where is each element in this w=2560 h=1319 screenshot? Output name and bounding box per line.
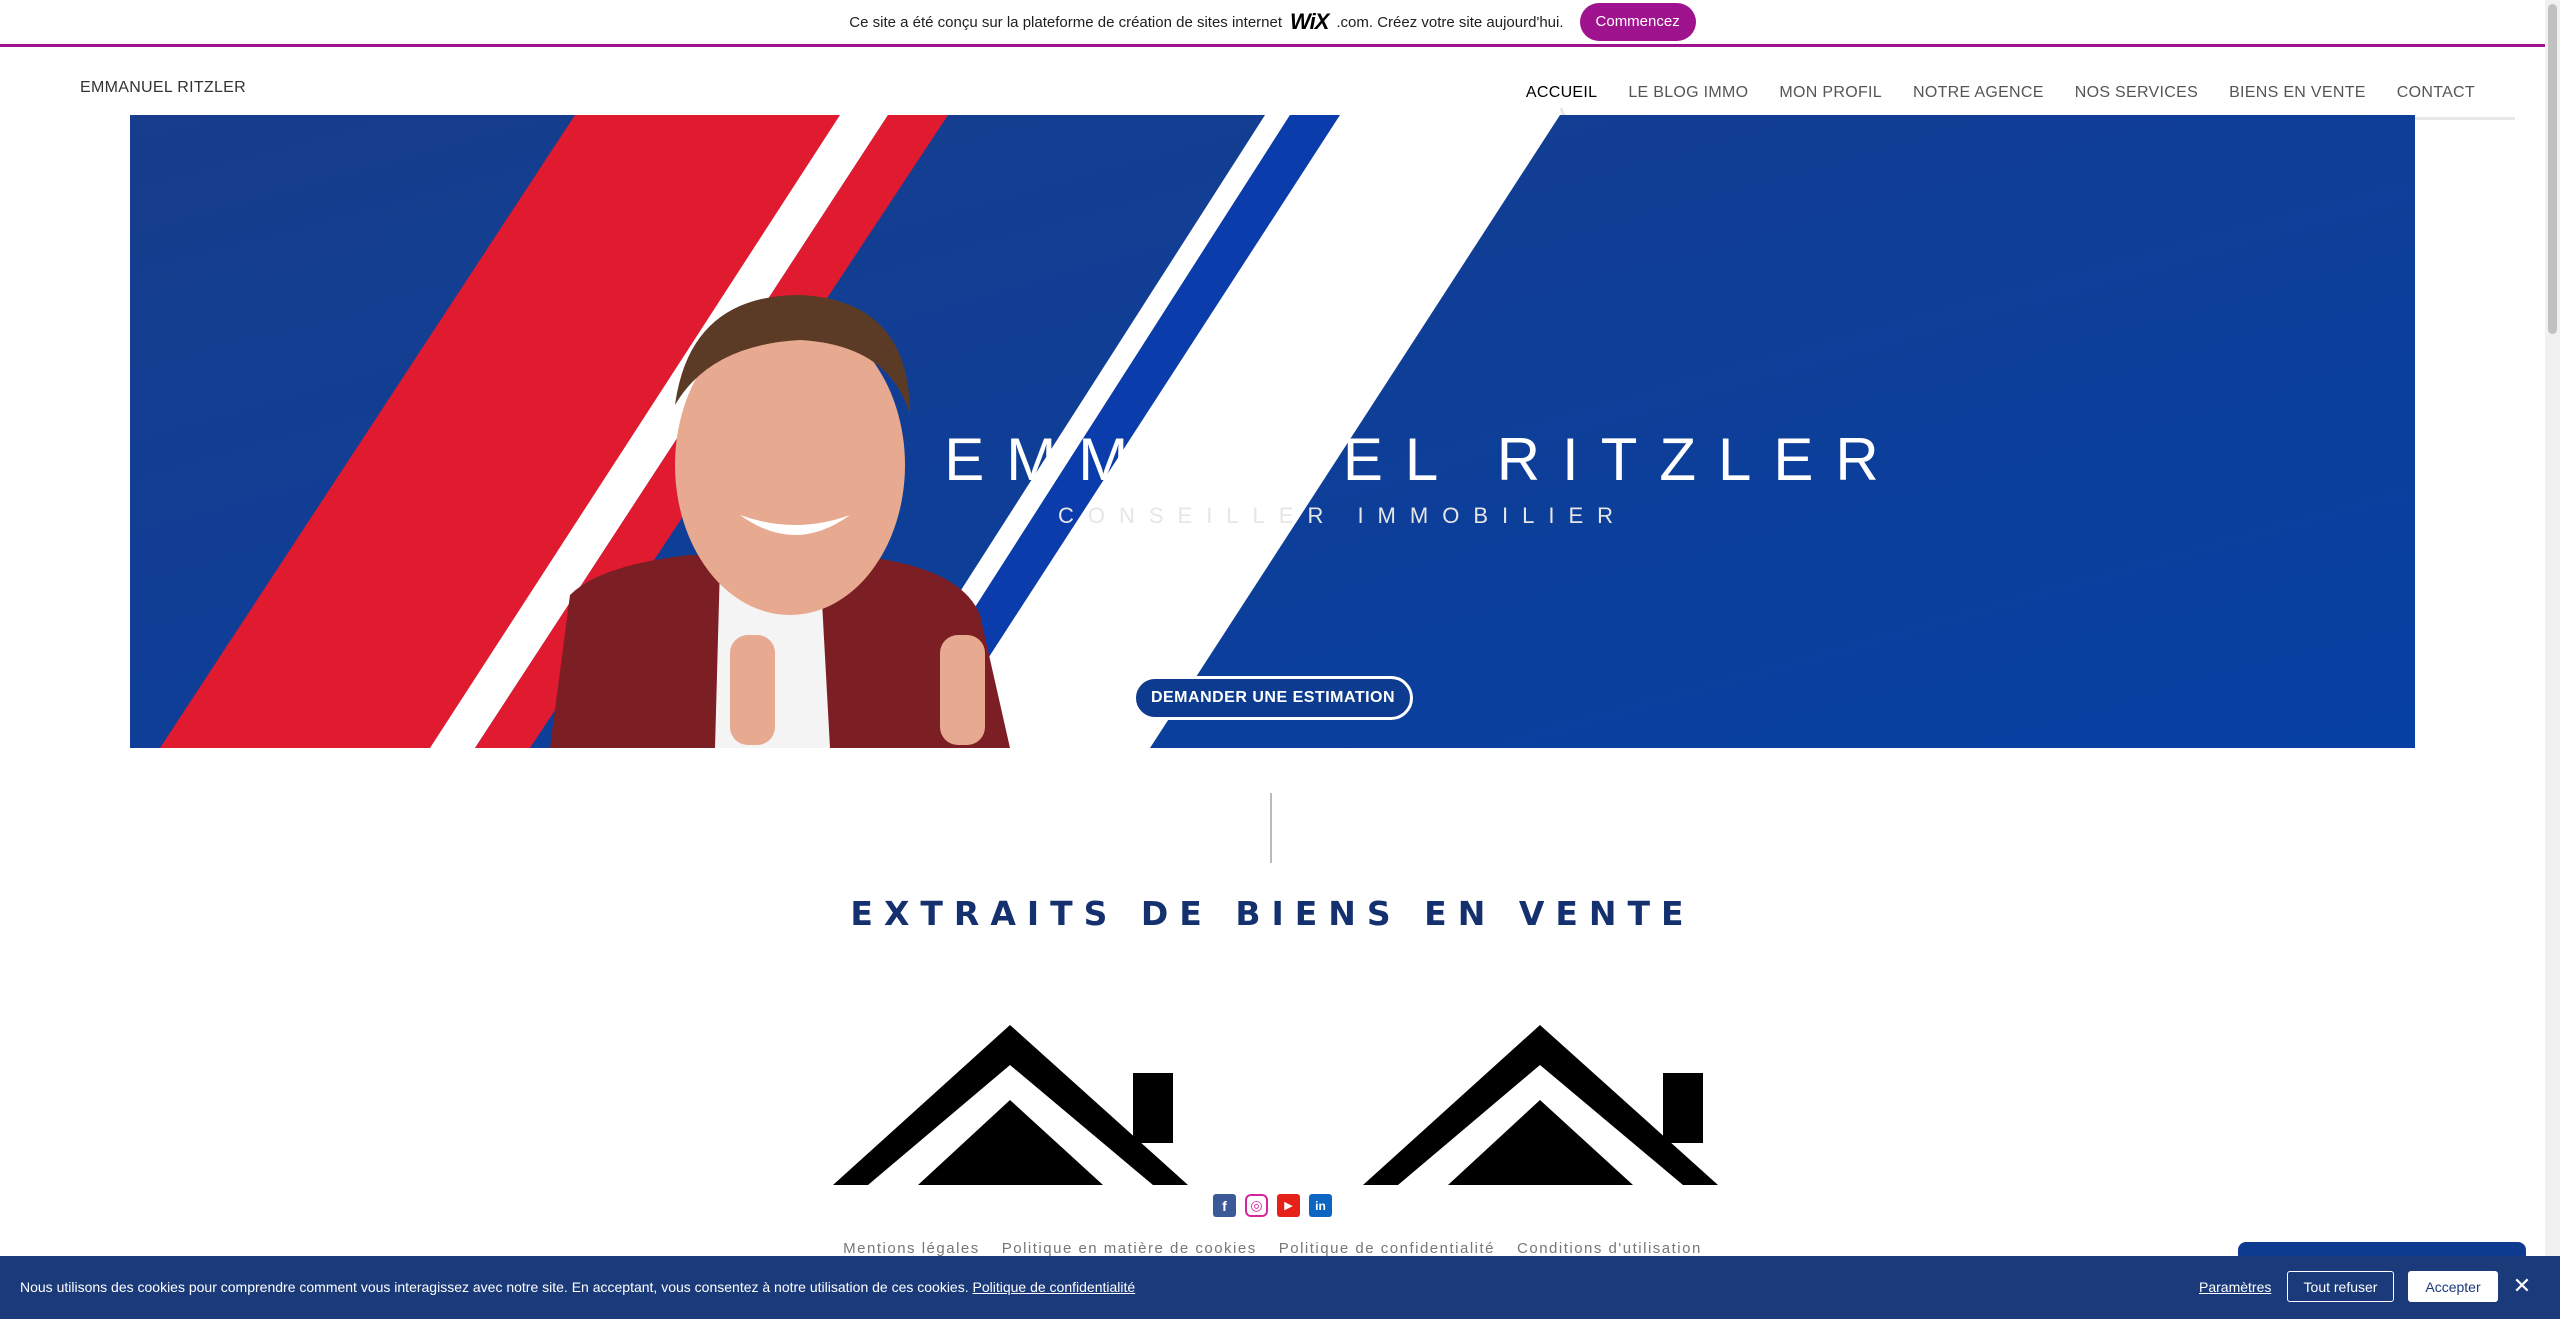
wix-start-button[interactable]: Commencez xyxy=(1579,3,1696,41)
wix-banner-text-suffix: .com. Créez votre site aujourd'hui. xyxy=(1336,13,1564,31)
cookie-settings-link[interactable]: Paramètres xyxy=(2199,1279,2271,1295)
footer-links: Mentions légales Politique en matière de… xyxy=(0,1240,2545,1257)
cookie-message-text: Nous utilisons des cookies pour comprend… xyxy=(20,1279,973,1295)
social-links: f ◎ ▶ in xyxy=(1213,1194,1332,1217)
nav-item-accueil[interactable]: ACCUEIL xyxy=(1526,84,1597,102)
nav-item-biens[interactable]: BIENS EN VENTE xyxy=(2229,84,2366,102)
main-nav: ACCUEIL LE BLOG IMMO MON PROFIL NOTRE AG… xyxy=(1526,84,2475,102)
youtube-icon[interactable]: ▶ xyxy=(1277,1194,1300,1217)
page: Ce site a été conçu sur la plateforme de… xyxy=(0,0,2560,1319)
hero-title-wrap: EMMANUEL RITZLER xyxy=(130,425,2415,494)
scrollbar-thumb[interactable] xyxy=(2548,4,2557,334)
house-icon[interactable] xyxy=(833,1025,1188,1185)
cookie-banner: Nous utilisons des cookies pour comprend… xyxy=(0,1256,2560,1319)
footer-link-legal[interactable]: Mentions légales xyxy=(843,1240,980,1257)
cookie-message: Nous utilisons des cookies pour comprend… xyxy=(20,1279,1135,1295)
section-title: EXTRAITS DE BIENS EN VENTE xyxy=(850,894,1695,933)
scrollbar[interactable] xyxy=(2545,0,2560,1260)
wix-promo-banner: Ce site a été conçu sur la plateforme de… xyxy=(0,0,2545,47)
refuse-all-button[interactable]: Tout refuser xyxy=(2287,1271,2394,1302)
linkedin-icon[interactable]: in xyxy=(1309,1194,1332,1217)
nav-item-services[interactable]: NOS SERVICES xyxy=(2075,84,2198,102)
nav-item-contact[interactable]: CONTACT xyxy=(2397,84,2475,102)
footer-link-terms[interactable]: Conditions d'utilisation xyxy=(1517,1240,1702,1257)
wix-logo[interactable]: WiX xyxy=(1290,9,1329,35)
house-icon[interactable] xyxy=(1363,1025,1718,1185)
hero-title: EMMANUEL RITZLER xyxy=(944,426,1901,493)
site-brand[interactable]: EMMANUEL RITZLER xyxy=(80,79,246,97)
accept-button[interactable]: Accepter xyxy=(2408,1271,2498,1302)
nav-item-agence[interactable]: NOTRE AGENCE xyxy=(1913,84,2044,102)
facebook-icon[interactable]: f xyxy=(1213,1194,1236,1217)
hero-banner: EMMANUEL RITZLER CONSEILLER IMMOBILIER D… xyxy=(130,115,2415,748)
instagram-icon[interactable]: ◎ xyxy=(1245,1194,1268,1217)
hero-subtitle: CONSEILLER IMMOBILIER xyxy=(1057,503,1628,528)
privacy-policy-link[interactable]: Politique de confidentialité xyxy=(973,1279,1136,1295)
estimate-button[interactable]: DEMANDER UNE ESTIMATION xyxy=(1133,676,1413,720)
nav-item-profil[interactable]: MON PROFIL xyxy=(1779,84,1882,102)
footer-link-privacy[interactable]: Politique de confidentialité xyxy=(1279,1240,1495,1257)
nav-item-blog[interactable]: LE BLOG IMMO xyxy=(1628,84,1748,102)
vertical-divider xyxy=(1270,793,1272,863)
hero-subtitle-wrap: CONSEILLER IMMOBILIER xyxy=(130,503,2415,529)
close-icon[interactable]: ✕ xyxy=(2512,1274,2532,1298)
wix-banner-text: Ce site a été conçu sur la plateforme de… xyxy=(849,13,1283,31)
footer-link-cookies[interactable]: Politique en matière de cookies xyxy=(1002,1240,1257,1257)
